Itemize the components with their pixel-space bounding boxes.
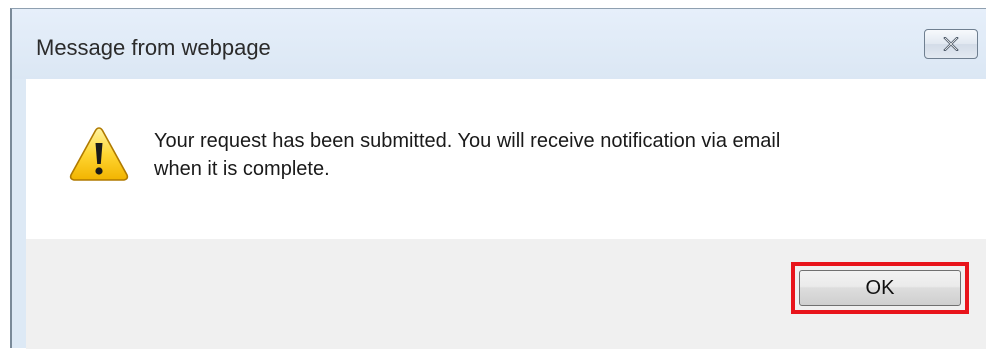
dialog-titlebar[interactable]: Message from webpage [12,9,986,79]
close-icon [943,37,959,51]
ok-button[interactable]: OK [799,270,961,306]
dialog-message: Your request has been submitted. You wil… [154,127,954,183]
message-dialog: Message from webpage Your request has be… [10,8,986,349]
message-line-1: Your request has been submitted. You wil… [154,130,781,152]
message-line-2: when it is complete. [154,158,330,180]
close-button[interactable] [924,29,978,59]
dialog-footer: OK [26,239,986,349]
ok-button-highlight: OK [791,262,969,314]
dialog-content: Your request has been submitted. You wil… [26,79,986,239]
dialog-title: Message from webpage [36,35,271,60]
warning-icon [68,125,130,183]
